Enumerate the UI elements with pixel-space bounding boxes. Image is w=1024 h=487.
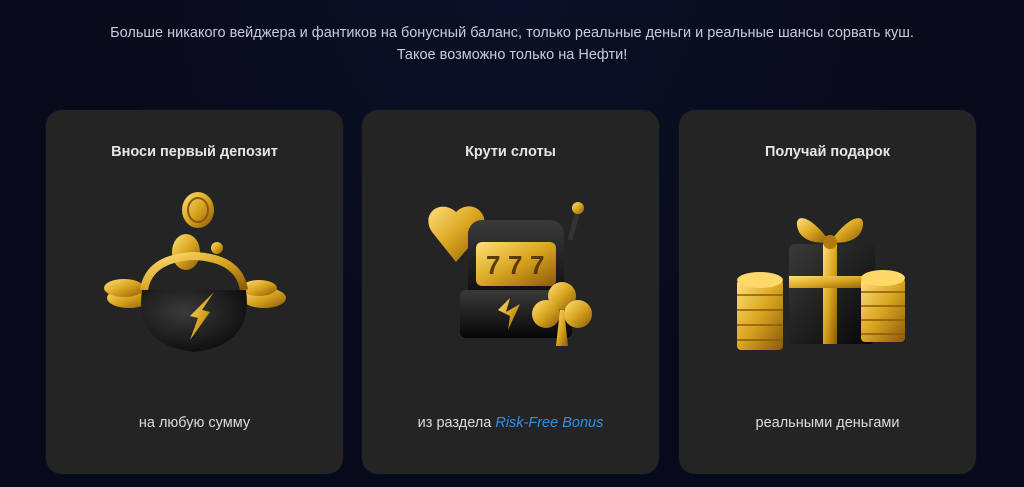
step-card-gift: Получай подарок реальными деньгами <box>679 110 976 474</box>
card-title: Вноси первый депозит <box>111 144 278 160</box>
risk-free-bonus-link[interactable]: Risk-Free Bonus <box>495 415 603 431</box>
coin-purse-icon <box>94 180 294 370</box>
step-card-deposit: Вноси первый депозит на любую сумму <box>46 110 343 474</box>
card-caption: на любую сумму <box>138 415 251 431</box>
gift-box-coins-icon <box>727 180 927 370</box>
card-title: Получай подарок <box>764 144 891 160</box>
slot-machine-icon: 7 7 7 <box>410 180 610 370</box>
steps-cards: Вноси первый депозит на любую сумму Крут… <box>46 110 976 474</box>
intro-text: Больше никакого вейджера и фантиков на б… <box>0 22 1024 66</box>
intro-line-2: Такое возможно только на Нефти! <box>396 47 628 63</box>
caption-prefix: из раздела <box>417 415 496 431</box>
card-caption: из раздела Risk-Free Bonus <box>362 415 659 431</box>
intro-line-1: Больше никакого вейджера и фантиков на б… <box>110 25 914 41</box>
bonus-page: Больше никакого вейджера и фантиков на б… <box>0 0 1024 487</box>
card-caption: реальными деньгами <box>755 415 900 431</box>
svg-text:7: 7 <box>486 250 500 280</box>
svg-text:7: 7 <box>508 250 522 280</box>
svg-text:7: 7 <box>530 250 544 280</box>
card-title: Крути слоты <box>465 144 556 160</box>
step-card-slots: Крути слоты 7 7 7 из раздела Risk-Free B… <box>362 110 659 474</box>
